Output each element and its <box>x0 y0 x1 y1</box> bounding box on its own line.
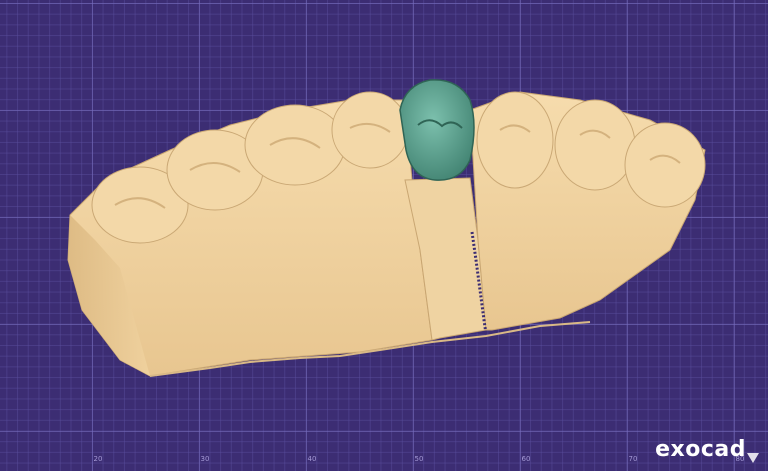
axis-tick-label: 40 <box>307 455 317 463</box>
axis-tick-label: 60 <box>521 455 531 463</box>
axis-tick-label: 30 <box>200 455 210 463</box>
axis-tick-label: 50 <box>414 455 424 463</box>
axis-tick-label: 20 <box>93 455 103 463</box>
view-triangle-icon[interactable] <box>746 451 760 465</box>
crown[interactable] <box>399 79 475 181</box>
axis-tick-label: 70 <box>628 455 638 463</box>
3d-viewport[interactable]: 20 30 40 50 60 70 80 exocad <box>0 0 768 471</box>
exocad-logo: exocad <box>655 437 746 462</box>
dental-model-view[interactable] <box>0 0 768 471</box>
